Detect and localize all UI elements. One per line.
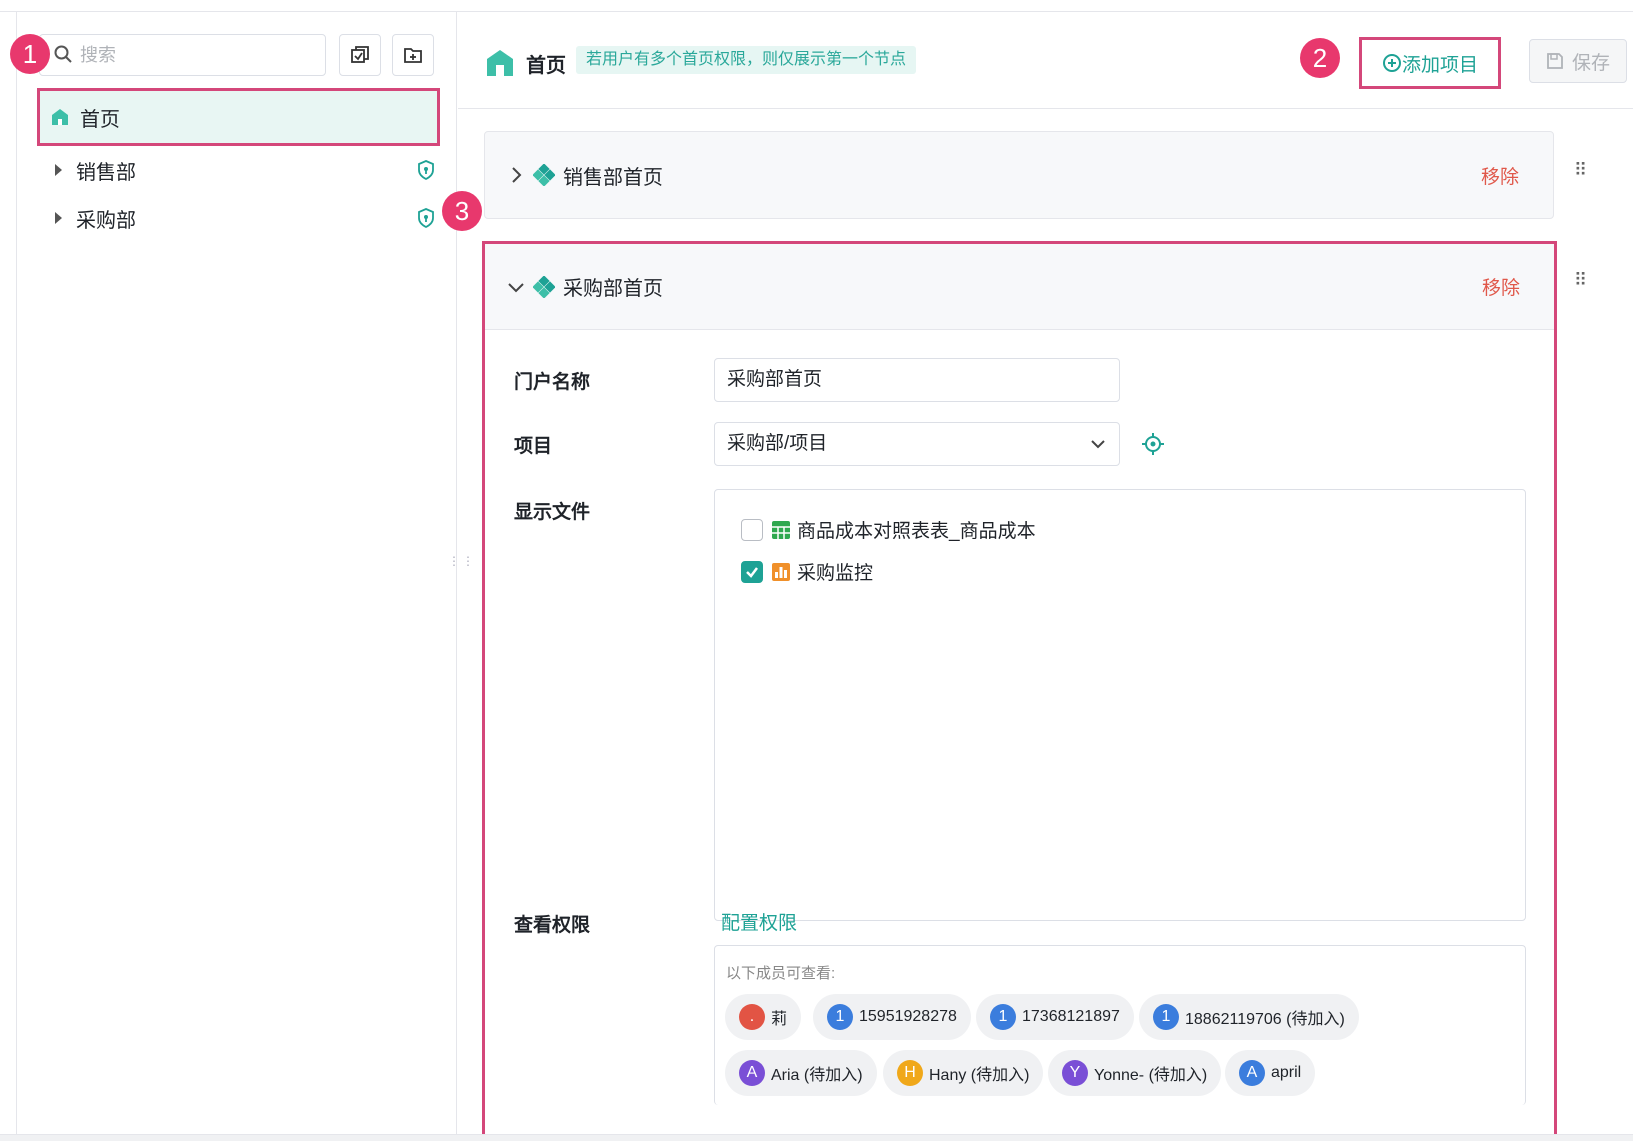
file-item[interactable]: 商品成本对照表表_商品成本 [741,516,1036,543]
drag-handle-icon[interactable]: ⠿ [1574,160,1587,181]
locate-icon[interactable] [1141,432,1165,456]
file-item[interactable]: 采购监控 [741,558,873,585]
tree-item-label: 采购部 [76,209,136,232]
avatar: . [739,1004,765,1030]
file-checkbox-checked[interactable] [741,560,763,583]
members-note: 以下成员可查看: [726,965,836,982]
content-header: 首页 若用户有多个首页权限，则仅展示第一个节点 添加项目 保存 [458,12,1633,109]
section-title: 销售部首页 [563,166,663,189]
portal-diamond-icon [533,275,555,298]
avatar: A [739,1060,765,1086]
hint-badge: 若用户有多个首页权限，则仅展示第一个节点 [576,46,917,74]
resize-handle[interactable]: ⋮⋮ [448,555,476,567]
portal-name-label: 门户名称 [514,372,591,393]
member-chip: H Hany (待加入) [883,1050,1044,1096]
section-purchasing-home: 采购部首页 移除 门户名称 采购部首页 项目 采购部/项目 显示文件 商品成本对… [482,241,1557,1141]
caret-right-icon[interactable] [55,212,62,224]
top-border [0,0,1633,12]
avatar: Y [1062,1060,1088,1086]
step-marker-1: 1 [10,34,50,74]
file-name: 采购监控 [797,563,874,584]
member-name: april [1271,1064,1302,1081]
save-icon [1547,53,1563,69]
multi-select-button[interactable] [339,34,381,76]
sidebar: 首页 销售部 采购部 [17,12,457,1134]
member-chip: 1 15951928278 [813,994,971,1040]
member-chip: A Aria (待加入) [725,1050,877,1096]
member-chip: . 莉 [725,994,802,1040]
tree-item-purchasing[interactable]: 采购部 [39,194,437,242]
search-icon [54,45,72,63]
bar-chart-icon [772,562,790,581]
chevron-down-icon [1091,440,1105,449]
member-name: Aria (待加入) [771,1067,863,1084]
bottom-scrollbar-track [0,1134,1633,1141]
file-checkbox[interactable] [741,518,763,541]
tree-item-label: 首页 [80,108,120,131]
member-name: Yonne- (待加入) [1094,1067,1208,1084]
tree-item-label: 销售部 [76,161,136,184]
member-chip: Y Yonne- (待加入) [1048,1050,1222,1096]
remove-button[interactable]: 移除 [1481,162,1519,189]
section-sales-home: 销售部首页 移除 [484,131,1554,219]
portal-diamond-icon [533,164,555,186]
tree-item-sales[interactable]: 销售部 [39,146,437,194]
section-header[interactable]: 采购部首页 移除 [485,244,1554,330]
member-chip: 1 17368121897 [976,994,1134,1040]
search-box[interactable] [39,34,326,76]
files-list: 商品成本对照表表_商品成本 采购监控 [714,489,1526,921]
member-name: 莉 [771,1011,788,1028]
shield-icon [418,208,434,228]
member-name: Hany (待加入) [929,1067,1030,1084]
home-icon [487,50,513,76]
file-name: 商品成本对照表表_商品成本 [797,521,1036,542]
project-select-value: 采购部/项目 [727,433,828,454]
search-input[interactable] [40,35,325,75]
view-permission-label: 查看权限 [514,915,591,936]
chevron-right-icon[interactable] [505,164,527,186]
member-name: 15951928278 [859,1008,957,1025]
drag-handle-icon[interactable]: ⠿ [1574,270,1587,291]
section-header[interactable]: 销售部首页 移除 [485,132,1553,218]
add-folder-button[interactable] [392,34,434,76]
avatar: 1 [1153,1004,1179,1030]
add-project-button[interactable]: 添加项目 [1359,37,1501,89]
home-icon [52,109,68,125]
section-title: 采购部首页 [563,278,663,300]
project-label: 项目 [514,436,553,457]
plus-circle-icon [1382,54,1401,72]
member-name: 17368121897 [1022,1008,1120,1025]
member-chip: 1 18862119706 (待加入) [1139,994,1359,1040]
save-button[interactable]: 保存 [1529,39,1627,83]
chevron-down-icon[interactable] [505,276,527,298]
member-name: 18862119706 (待加入) [1185,1011,1345,1028]
tree-item-home[interactable]: 首页 [37,88,440,146]
save-label: 保存 [1571,52,1610,74]
check-square-icon [351,46,369,63]
member-chip: A april [1225,1050,1316,1096]
add-project-label: 添加项目 [1401,54,1478,76]
shield-icon [418,160,434,180]
portal-name-input[interactable]: 采购部首页 [714,358,1120,402]
check-icon [746,566,758,578]
page-title: 首页 [526,55,566,77]
config-permission-link[interactable]: 配置权限 [721,908,797,935]
avatar: A [1239,1060,1265,1086]
avatar: H [897,1060,923,1086]
members-box: 以下成员可查看: . 莉 1 15951928278 1 17368121897… [714,945,1526,1105]
spreadsheet-icon [772,520,790,539]
remove-button[interactable]: 移除 [1482,273,1520,300]
display-files-label: 显示文件 [514,502,591,523]
project-select[interactable]: 采购部/项目 [714,422,1120,466]
avatar: 1 [990,1004,1016,1030]
avatar: 1 [827,1004,853,1030]
caret-right-icon[interactable] [55,164,62,176]
step-marker-3: 3 [442,191,482,231]
folder-plus-icon [404,48,422,63]
